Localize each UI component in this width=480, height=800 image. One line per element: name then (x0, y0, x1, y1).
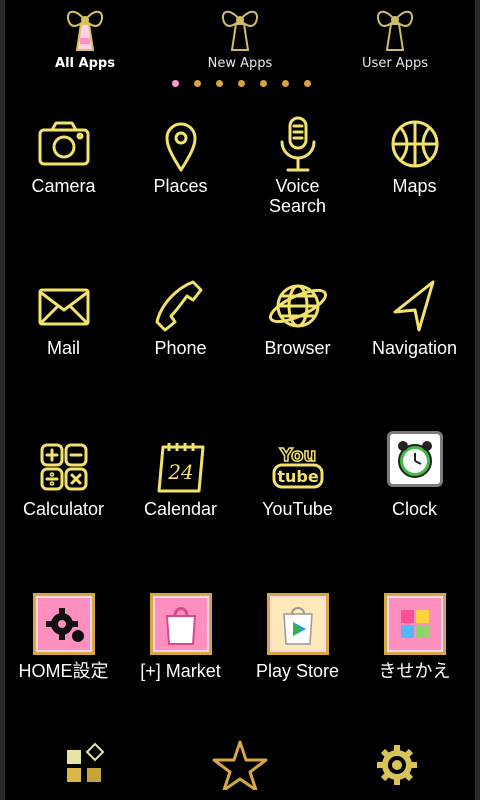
youtube-icon: You tube (272, 444, 323, 489)
app-label: Maps (392, 176, 437, 196)
page-dot[interactable] (260, 80, 267, 87)
app-label: Navigation (371, 338, 458, 358)
bow-bottle-icon (377, 10, 413, 51)
bow-bottle-icon (67, 10, 103, 51)
tab-label: User Apps (362, 56, 428, 71)
tab-new-apps[interactable]: New Apps (180, 0, 300, 80)
calculator-icon (40, 443, 87, 491)
tab-user-apps[interactable]: User Apps (335, 0, 455, 80)
bow-bottle-icon (222, 10, 258, 51)
calendar-icon: 24 (157, 443, 204, 493)
app-label: Camera (31, 176, 96, 196)
svg-text:You: You (278, 445, 316, 466)
gear-icon (377, 745, 417, 785)
home-settings-icon (32, 593, 95, 655)
app-calendar[interactable]: 24 Calendar (122, 423, 239, 573)
calendar-day: 24 (167, 460, 193, 484)
maps-icon (391, 120, 438, 168)
app-maps[interactable]: Maps (356, 100, 473, 250)
app-navigation[interactable]: Navigation (356, 262, 473, 412)
app-label: Browser (264, 338, 331, 358)
app-label: Voice Search (268, 176, 327, 216)
app-mail[interactable]: Mail (5, 262, 122, 412)
app-label: Mail (46, 338, 80, 358)
right-edge (475, 0, 480, 800)
app-label: Calendar (143, 499, 218, 519)
star-icon (212, 740, 268, 792)
app-label: Phone (154, 338, 207, 358)
app-label: Clock (391, 499, 437, 519)
location-pin-icon (165, 122, 196, 172)
dock (5, 735, 475, 800)
theme-puzzle-icon (383, 593, 446, 655)
page-dot[interactable] (194, 80, 201, 87)
tab-all-apps[interactable]: All Apps (25, 0, 145, 80)
app-label: Calculator (22, 499, 105, 519)
app-phone[interactable]: Phone (122, 262, 239, 412)
app-calculator[interactable]: Calculator (5, 423, 122, 573)
page-indicator (170, 80, 311, 90)
page-dot[interactable] (282, 80, 289, 87)
play-store-icon (266, 593, 329, 655)
app-camera[interactable]: Camera (5, 100, 122, 250)
app-drawer-button[interactable] (59, 740, 119, 790)
app-tabs: All Apps New Apps User Apps (5, 0, 475, 80)
tab-label: New Apps (207, 56, 273, 71)
app-play-store[interactable]: Play Store (239, 585, 356, 735)
app-grid: Camera Places Voice Search Maps Mail Pho… (5, 100, 475, 720)
tab-label: All Apps (55, 56, 115, 71)
page-dot[interactable] (238, 80, 245, 87)
app-clock[interactable]: Clock (356, 423, 473, 573)
app-label: [+] Market (140, 661, 221, 681)
app-home-settings[interactable]: HOME設定 (5, 585, 122, 735)
favorites-button[interactable] (210, 740, 270, 792)
microphone-icon (280, 116, 315, 172)
camera-icon (38, 121, 89, 166)
page-dot[interactable] (304, 80, 311, 87)
app-browser[interactable]: Browser (239, 262, 356, 412)
globe-icon (268, 284, 327, 328)
app-grid-icon (67, 742, 105, 782)
app-label: HOME設定 (18, 661, 109, 681)
phone-icon (155, 280, 202, 332)
market-bag-icon (149, 593, 212, 655)
svg-text:tube: tube (277, 467, 318, 486)
app-label: きせかえ (378, 661, 451, 681)
page-dot[interactable] (216, 80, 223, 87)
home-screen: All Apps New Apps User Apps Camera Place… (0, 0, 480, 800)
alarm-clock-icon (386, 431, 443, 487)
mail-icon (38, 288, 89, 326)
navigation-arrow-icon (393, 280, 434, 332)
settings-button[interactable] (367, 740, 427, 790)
app-label: Play Store (255, 661, 340, 681)
page-dot-active[interactable] (172, 80, 179, 87)
app-voice-search[interactable]: Voice Search (239, 100, 356, 250)
app-youtube[interactable]: You tube YouTube (239, 423, 356, 573)
app-market[interactable]: [+] Market (122, 585, 239, 735)
app-label: Places (153, 176, 208, 196)
app-places[interactable]: Places (122, 100, 239, 250)
app-kisekae[interactable]: きせかえ (356, 585, 473, 735)
app-label: YouTube (262, 499, 333, 519)
